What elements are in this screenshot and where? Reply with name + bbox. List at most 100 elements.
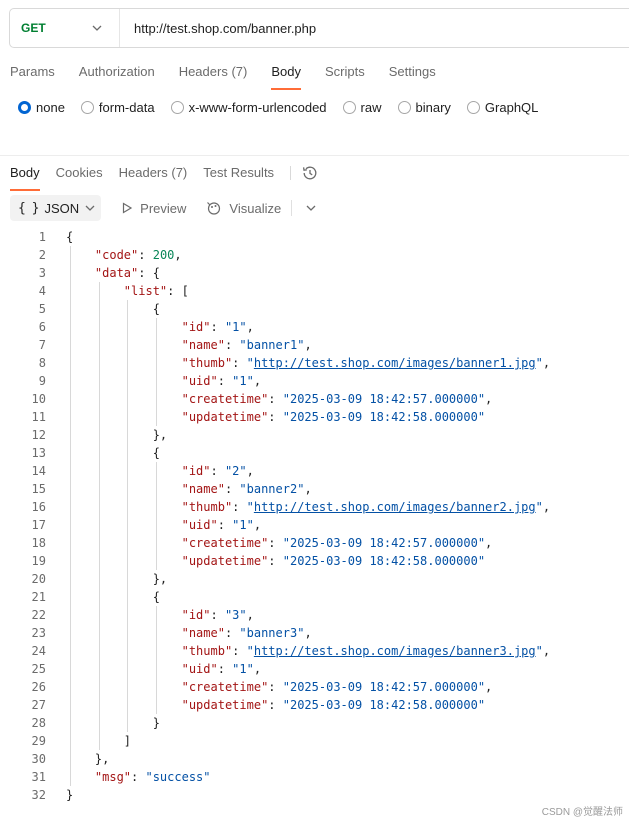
body-type-options: none form-data x-www-form-urlencoded raw…	[18, 100, 554, 115]
json-punctuation: :	[217, 374, 233, 388]
preview-button[interactable]: Preview	[121, 201, 186, 216]
visualize-button[interactable]: Visualize	[206, 200, 281, 216]
response-toolbar: { } JSON Preview Visualize	[10, 195, 316, 221]
json-key: "name"	[181, 338, 225, 352]
code-text: "createtime": "2025-03-09 18:42:57.00000…	[46, 534, 493, 552]
json-punctuation: ,	[253, 518, 262, 532]
json-punctuation: ,	[542, 644, 551, 658]
line-number: 27	[31, 698, 46, 712]
chevron-down-icon	[91, 22, 103, 34]
radio-none[interactable]: none	[18, 100, 65, 115]
line-number: 4	[38, 284, 46, 298]
json-punctuation: {	[66, 230, 74, 244]
json-value: "2025-03-09 18:42:58.000000"	[282, 410, 486, 424]
line-number: 13	[31, 446, 46, 460]
line-number: 1	[38, 230, 46, 244]
indent-guide	[156, 606, 158, 714]
code-line: 8 "thumb": "http://test.shop.com/images/…	[0, 354, 629, 372]
line-number: 12	[31, 428, 46, 442]
code-line: 22 "id": "3",	[0, 606, 629, 624]
json-punctuation: :	[268, 392, 283, 406]
json-punctuation: {	[152, 590, 160, 604]
code-line: 14 "id": "2",	[0, 462, 629, 480]
json-value: "banner1"	[239, 338, 305, 352]
json-punctuation: ,	[485, 536, 493, 550]
json-value: "2025-03-09 18:42:57.000000"	[282, 536, 486, 550]
radio-form-data[interactable]: form-data	[80, 100, 155, 115]
json-punctuation: : [	[167, 284, 189, 298]
format-select[interactable]: { } JSON	[10, 195, 102, 221]
response-tab-body[interactable]: Body	[10, 165, 40, 191]
line-number: 20	[31, 572, 46, 586]
code-line: 2 "code": 200,	[0, 246, 629, 264]
radio-label: GraphQL	[484, 100, 539, 115]
line-number: 3	[38, 266, 46, 280]
code-line: 28 }	[0, 714, 629, 732]
code-line: 27 "updatetime": "2025-03-09 18:42:58.00…	[0, 696, 629, 714]
history-icon[interactable]	[301, 164, 319, 182]
json-key: "updatetime"	[181, 554, 269, 568]
json-key: "uid"	[181, 374, 218, 388]
json-punctuation: :	[268, 554, 283, 568]
indent-guide	[127, 300, 129, 732]
json-key: "createtime"	[181, 536, 269, 550]
radio-label: raw	[360, 100, 382, 115]
radio-x-www-form-urlencoded[interactable]: x-www-form-urlencoded	[170, 100, 327, 115]
code-line: 12 },	[0, 426, 629, 444]
tab-label: Headers	[178, 64, 228, 79]
code-text: {	[46, 300, 160, 318]
radio-raw[interactable]: raw	[342, 100, 382, 115]
json-link[interactable]: http://test.shop.com/images/banner1.jpg	[254, 356, 536, 370]
method-select[interactable]: GET	[10, 9, 120, 47]
json-punctuation: ,	[246, 608, 254, 622]
json-value: "banner2"	[239, 482, 305, 496]
json-key: "updatetime"	[181, 698, 269, 712]
method-label: GET	[21, 21, 46, 35]
code-text: }	[46, 786, 73, 804]
radio-binary[interactable]: binary	[397, 100, 451, 115]
json-punctuation: ,	[246, 464, 254, 478]
response-tab-test-results[interactable]: Test Results	[203, 165, 274, 189]
response-json-viewer[interactable]: 1{2 "code": 200, 3 "data": {4 "list": [5 …	[0, 228, 629, 804]
radio-icon	[397, 101, 411, 114]
line-number: 24	[31, 644, 46, 658]
toolbar-separator	[291, 200, 293, 216]
format-label: JSON	[44, 200, 80, 216]
code-line: 26 "createtime": "2025-03-09 18:42:57.00…	[0, 678, 629, 696]
json-link[interactable]: http://test.shop.com/images/banner3.jpg	[254, 644, 536, 658]
json-value: "	[535, 500, 543, 514]
response-tab-cookies[interactable]: Cookies	[56, 165, 103, 189]
json-punctuation: ,	[485, 392, 493, 406]
tab-body[interactable]: Body	[271, 64, 301, 90]
code-line: 5 {	[0, 300, 629, 318]
code-text: "thumb": "http://test.shop.com/images/ba…	[46, 642, 551, 660]
json-punctuation: : {	[138, 266, 160, 280]
code-text: "data": {	[46, 264, 160, 282]
code-line: 9 "uid": "1",	[0, 372, 629, 390]
tab-settings[interactable]: Settings	[389, 64, 436, 88]
indent-guide	[98, 282, 100, 750]
json-punctuation: ,	[253, 662, 262, 676]
code-text: "thumb": "http://test.shop.com/images/ba…	[46, 354, 551, 372]
code-text: "updatetime": "2025-03-09 18:42:58.00000…	[46, 552, 485, 570]
response-tab-headers[interactable]: Headers (7)	[119, 165, 188, 189]
code-line: 1{	[0, 228, 629, 246]
json-value: "2"	[224, 464, 247, 478]
json-value: "	[535, 356, 543, 370]
json-punctuation: :	[224, 338, 240, 352]
code-line: 31 "msg": "success"	[0, 768, 629, 786]
tab-count: (7)	[231, 64, 248, 79]
tab-params[interactable]: Params	[10, 64, 55, 88]
visualize-options-button[interactable]	[306, 205, 316, 211]
code-text: "code": 200,	[46, 246, 182, 264]
json-link[interactable]: http://test.shop.com/images/banner2.jpg	[254, 500, 536, 514]
url-input[interactable]	[120, 20, 610, 36]
code-text: {	[46, 228, 73, 246]
line-number: 15	[31, 482, 46, 496]
json-key: "msg"	[94, 770, 132, 784]
code-line: 18 "createtime": "2025-03-09 18:42:57.00…	[0, 534, 629, 552]
tab-scripts[interactable]: Scripts	[325, 64, 365, 88]
tab-authorization[interactable]: Authorization	[79, 64, 155, 88]
radio-graphql[interactable]: GraphQL	[466, 100, 539, 115]
tab-headers[interactable]: Headers (7)	[179, 64, 248, 88]
